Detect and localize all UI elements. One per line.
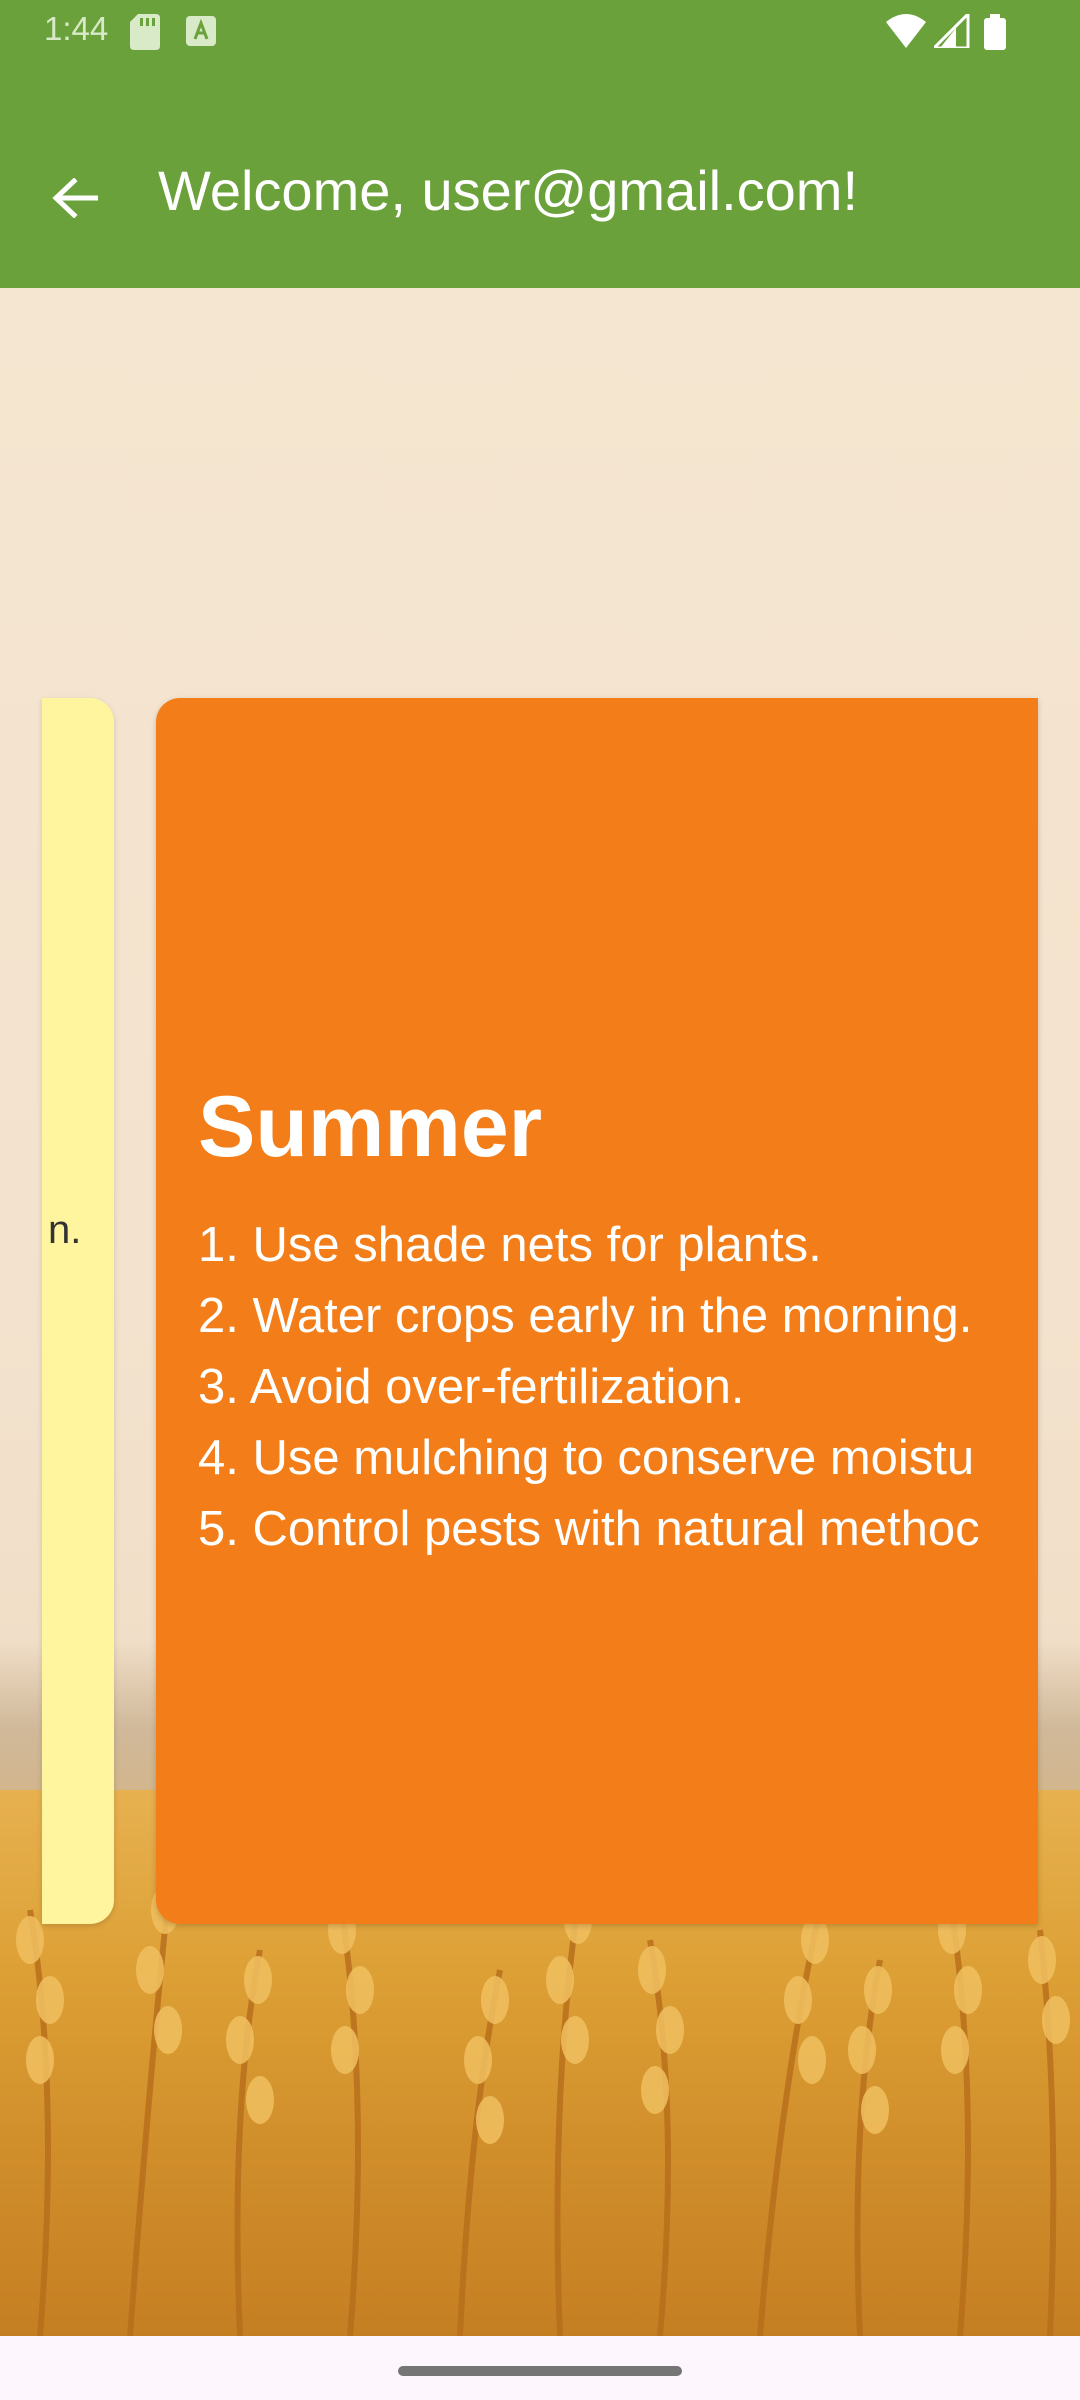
tip-item: 3. Avoid over-fertilization. [198,1360,745,1414]
page-title: Welcome, user@gmail.com! [158,159,858,222]
system-nav-bar [0,2336,1080,2400]
gesture-handle[interactable] [398,2366,682,2376]
back-button[interactable] [40,163,110,233]
status-bar: 1:44 [0,0,1080,68]
battery-icon [984,14,1006,50]
a-notification-icon [186,16,216,46]
tips-list: 1. Use shade nets for plants. 2. Water c… [198,1210,980,1565]
app-bar: Welcome, user@gmail.com! [0,68,1080,288]
tip-item: 1. Use shade nets for plants. [198,1218,822,1272]
status-time: 1:44 [44,10,109,47]
tip-item: 2. Water crops early in the morning. [198,1289,973,1343]
sd-card-icon [130,14,160,50]
summer-card[interactable]: Summer 1. Use shade nets for plants. 2. … [156,698,1038,1924]
signal-icon [934,14,970,48]
card-title: Summer [198,1079,543,1175]
tip-item: 4. Use mulching to conserve moistu [198,1431,975,1485]
arrow-left-icon [52,178,98,218]
previous-card-text: n. [48,1208,82,1252]
previous-season-card[interactable]: n. [42,698,114,1924]
tip-item: 5. Control pests with natural methoc [198,1502,980,1556]
wifi-icon [886,14,926,48]
